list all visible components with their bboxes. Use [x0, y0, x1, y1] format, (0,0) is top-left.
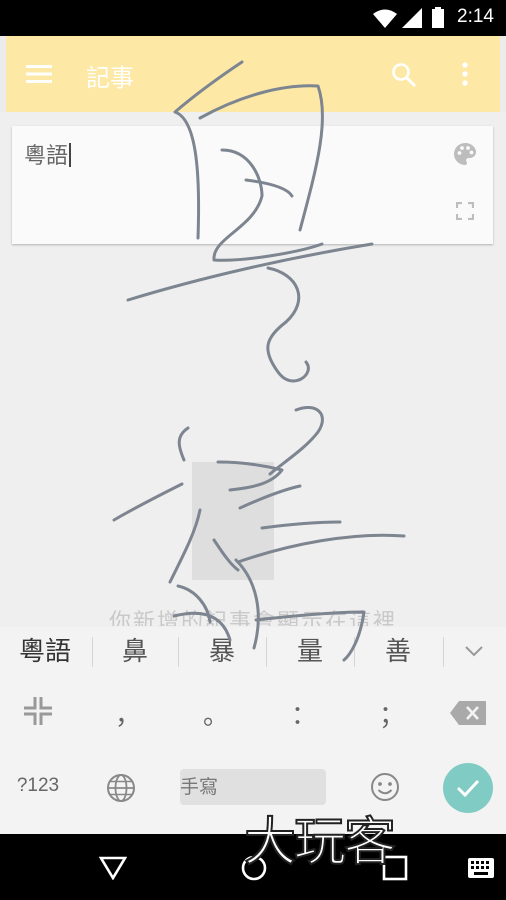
empty-notes-message: 你新增的記事會顯示在這裡: [108, 610, 397, 626]
key-colon[interactable]: ：: [280, 695, 328, 732]
candidate-4[interactable]: 善: [355, 627, 441, 677]
empty-notes-illustration: [192, 462, 274, 580]
text-caret: [69, 143, 72, 167]
wifi-icon: [373, 9, 397, 28]
menu-icon[interactable]: [26, 64, 52, 84]
app-bar: 記事: [6, 36, 500, 112]
back-icon[interactable]: [99, 856, 127, 880]
candidate-0[interactable]: 粵語: [0, 627, 90, 677]
fullscreen-icon[interactable]: [456, 202, 474, 220]
battery-icon: [432, 7, 444, 28]
note-text-input[interactable]: 粵語: [24, 138, 72, 170]
palette-icon[interactable]: [452, 141, 478, 167]
note-card[interactable]: 粵語: [12, 126, 493, 244]
candidate-3[interactable]: 量: [267, 627, 353, 677]
candidate-bar: 粵語 鼻 暴 量 善: [0, 627, 506, 677]
watermark: 大玩客: [243, 812, 397, 874]
chevron-down-icon[interactable]: [465, 645, 483, 657]
enter-key[interactable]: [443, 763, 493, 813]
key-period[interactable]: 。: [192, 695, 240, 732]
globe-icon[interactable]: [106, 773, 136, 803]
key-symbols[interactable]: ?123: [10, 775, 66, 797]
key-comma[interactable]: ，: [104, 695, 152, 732]
cell-signal-icon: [402, 8, 422, 28]
status-time: 2:14: [457, 6, 494, 27]
candidate-divider: [443, 637, 444, 667]
candidate-2[interactable]: 暴: [179, 627, 265, 677]
candidate-1[interactable]: 鼻: [93, 627, 177, 677]
backspace-icon[interactable]: [450, 701, 486, 725]
key-semicolon[interactable]: ；: [368, 695, 416, 732]
status-bar: 2:14: [0, 0, 506, 36]
search-icon[interactable]: [391, 62, 417, 88]
check-icon: [456, 779, 480, 797]
note-text: 粵語: [24, 144, 69, 169]
emoji-icon[interactable]: [370, 772, 400, 802]
more-options-icon[interactable]: [461, 61, 469, 87]
keyboard-switch-icon[interactable]: [468, 858, 494, 878]
collapse-keyboard-icon[interactable]: [24, 697, 52, 725]
app-title: 記事: [86, 64, 134, 92]
